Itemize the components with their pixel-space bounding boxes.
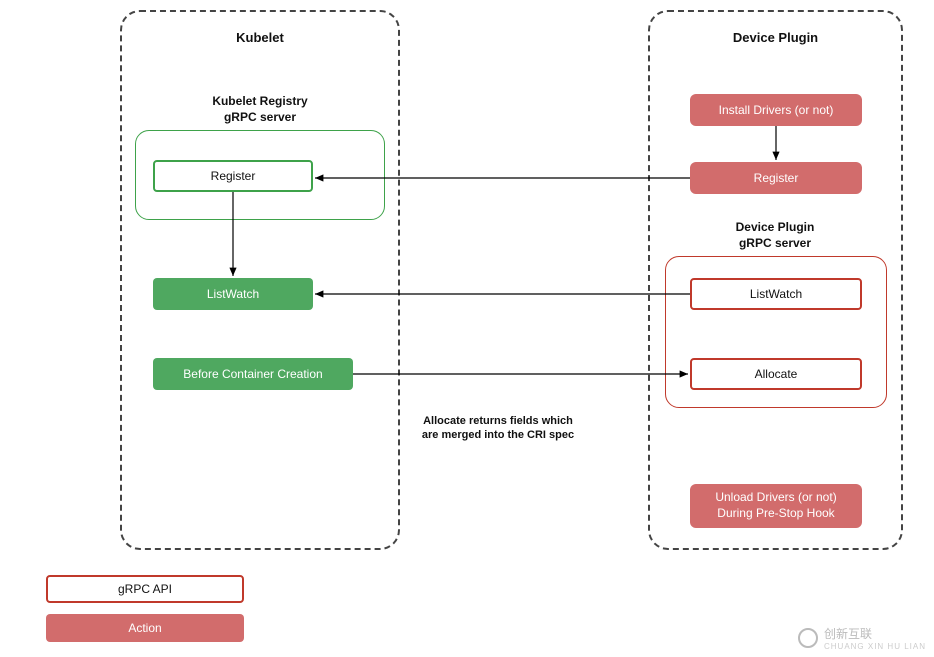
allocate-annotation: Allocate returns fields which are merged…	[393, 414, 603, 443]
kubelet-registry-title: Kubelet Registry gRPC server	[145, 94, 375, 125]
watermark-logo-icon	[798, 628, 818, 648]
device-plugin-server-title: Device Plugin gRPC server	[670, 220, 880, 251]
unload-drivers-action: Unload Drivers (or not) During Pre-Stop …	[690, 484, 862, 528]
device-plugin-register-action: Register	[690, 162, 862, 194]
kubelet-before-container-action: Before Container Creation	[153, 358, 353, 390]
install-drivers-action: Install Drivers (or not)	[690, 94, 862, 126]
watermark: 创新互联 CHUANG XIN HU LIAN	[798, 625, 926, 651]
kubelet-register-api: Register	[153, 160, 313, 192]
kubelet-listwatch-action: ListWatch	[153, 278, 313, 310]
legend-grpc-api: gRPC API	[46, 575, 244, 603]
watermark-brand: 创新互联	[824, 627, 872, 641]
device-plugin-listwatch-api: ListWatch	[690, 278, 862, 310]
device-plugin-allocate-api: Allocate	[690, 358, 862, 390]
watermark-sub: CHUANG XIN HU LIAN	[824, 642, 926, 651]
legend-action: Action	[46, 614, 244, 642]
device-plugin-title: Device Plugin	[648, 30, 903, 45]
kubelet-title: Kubelet	[120, 30, 400, 45]
